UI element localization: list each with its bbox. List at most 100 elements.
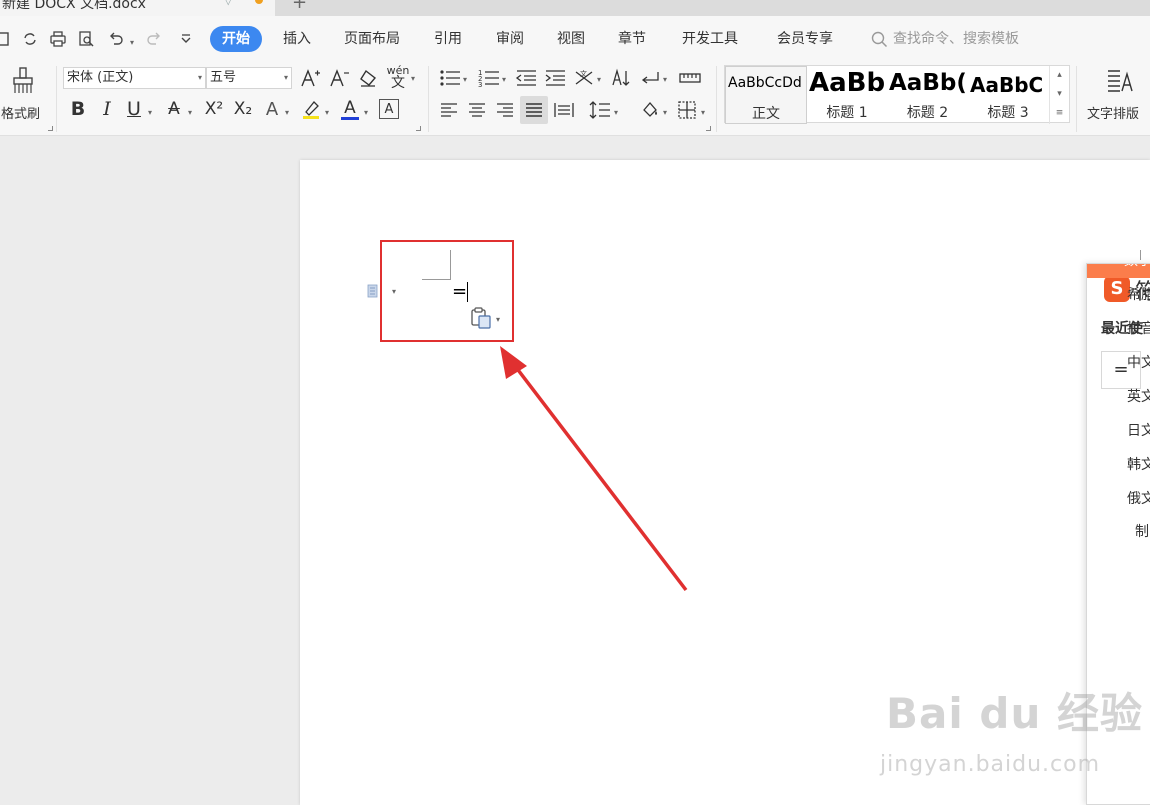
font-launcher-icon[interactable] [416, 126, 421, 131]
print-icon[interactable] [48, 29, 68, 49]
style-heading-1[interactable]: AaBb 标题 1 [807, 66, 887, 124]
chinese-layout-icon[interactable]: 文 [572, 66, 596, 90]
bold-icon[interactable]: B [66, 96, 90, 122]
highlight-icon[interactable] [299, 96, 323, 122]
text-layout-icon[interactable] [1105, 66, 1135, 96]
bullet-list-dropdown-icon[interactable]: ▾ [463, 75, 467, 84]
symbol-category-item[interactable]: 韩文 [1087, 448, 1150, 482]
clear-format-icon[interactable] [356, 66, 380, 90]
shading-dropdown-icon[interactable]: ▾ [663, 108, 667, 117]
svg-text:3: 3 [478, 81, 482, 88]
numbered-list-dropdown-icon[interactable]: ▾ [502, 75, 506, 84]
increase-font-icon[interactable] [298, 66, 322, 90]
borders-icon[interactable] [675, 98, 699, 122]
style-heading-2-label: 标题 2 [906, 105, 949, 121]
tab-member[interactable]: 会员专享 [777, 26, 833, 52]
paragraph-launcher-icon[interactable] [706, 126, 711, 131]
style-heading-2[interactable]: AaBb( 标题 2 [887, 66, 968, 124]
font-name-select[interactable]: 宋体 (正文) ▾ [63, 67, 206, 89]
tab-ruler-icon[interactable] [677, 66, 703, 90]
symbol-category-item[interactable]: 俄文 [1087, 482, 1150, 516]
highlight-dropdown-icon[interactable]: ▾ [325, 108, 329, 117]
subscript-icon[interactable]: X₂ [230, 96, 256, 122]
character-border-icon[interactable]: A [379, 99, 399, 119]
distribute-icon[interactable] [552, 98, 576, 122]
styles-up-icon[interactable]: ▴ [1050, 66, 1069, 85]
command-search[interactable]: 查找命令、搜索模板 [871, 26, 1019, 52]
tab-page-layout[interactable]: 页面布局 [344, 26, 400, 52]
tab-home[interactable]: 开始 [210, 26, 262, 52]
clipboard-launcher-icon[interactable] [48, 126, 53, 131]
tab-references[interactable]: 引用 [434, 26, 462, 52]
underline-icon[interactable]: U [122, 96, 146, 122]
styles-more-icon[interactable]: ≡ [1050, 104, 1069, 123]
strikethrough-icon[interactable]: A [162, 96, 186, 122]
style-normal[interactable]: AaBbCcDd 正文 [725, 66, 807, 124]
phonetic-dropdown-icon[interactable]: ▾ [411, 74, 415, 83]
format-painter-icon[interactable] [10, 66, 36, 96]
style-heading-3[interactable]: AaBbC 标题 3 [968, 66, 1048, 124]
align-right-icon[interactable] [493, 98, 517, 122]
show-marks-icon[interactable] [638, 66, 662, 90]
line-spacing-dropdown-icon[interactable]: ▾ [614, 108, 618, 117]
phonetic-label: wén [386, 63, 410, 77]
decrease-indent-icon[interactable] [514, 66, 538, 90]
svg-text:文: 文 [580, 69, 587, 78]
font-color-dropdown-icon[interactable]: ▾ [364, 108, 368, 117]
symbol-category-label: 日文 [1127, 423, 1150, 439]
document-tab[interactable]: 新建 DOCX 文档.docx ▽ [0, 0, 275, 16]
open-icon[interactable] [0, 29, 12, 49]
line-spacing-icon[interactable] [587, 98, 613, 122]
show-marks-dropdown-icon[interactable]: ▾ [663, 75, 667, 84]
symbol-category-item[interactable]: 中文 [1087, 346, 1150, 380]
font-size-value: 五号 [210, 70, 237, 85]
justify-icon[interactable] [520, 96, 548, 124]
symbol-category-item[interactable]: 英文 [1087, 380, 1150, 414]
redo-icon[interactable] [144, 29, 164, 49]
customize-toolbar-icon[interactable] [176, 29, 196, 49]
phonetic-guide-icon[interactable]: wén 文 [384, 64, 412, 90]
symbol-category-item[interactable]: 拼音 [1087, 312, 1150, 346]
pin-icon[interactable]: ▽ [224, 0, 232, 7]
strikethrough-dropdown-icon[interactable]: ▾ [188, 108, 192, 117]
text-effect-icon[interactable]: A [260, 96, 284, 122]
styles-down-icon[interactable]: ▾ [1050, 85, 1069, 104]
symbol-category-item[interactable]: 制 [1087, 515, 1150, 549]
font-color-icon[interactable]: A [338, 96, 362, 122]
shading-icon[interactable] [638, 98, 662, 122]
style-heading-3-sample: AaBbC [970, 73, 1044, 97]
text-layout-label[interactable]: 文字排版 [1087, 103, 1139, 122]
new-tab-plus-icon[interactable]: + [292, 0, 307, 13]
style-heading-1-label: 标题 1 [826, 105, 868, 121]
symbol-category-item[interactable]: 希腊 [1087, 278, 1150, 312]
symbol-category-label: 俄文 [1127, 491, 1150, 507]
sync-icon[interactable] [20, 29, 40, 49]
format-painter-label[interactable]: 格式刷 [1, 103, 40, 122]
superscript-icon[interactable]: X² [201, 96, 227, 122]
tab-view[interactable]: 视图 [557, 26, 585, 52]
sort-icon[interactable] [609, 66, 633, 90]
increase-indent-icon[interactable] [543, 66, 567, 90]
symbol-category-item[interactable]: 数学 [1087, 264, 1150, 278]
text-effect-dropdown-icon[interactable]: ▾ [285, 108, 289, 117]
tab-review[interactable]: 审阅 [496, 26, 524, 52]
tab-insert[interactable]: 插入 [283, 26, 311, 52]
undo-icon[interactable] [106, 29, 126, 49]
italic-icon[interactable]: I [95, 96, 119, 122]
align-center-icon[interactable] [465, 98, 489, 122]
font-size-select[interactable]: 五号 ▾ [206, 67, 292, 89]
font-name-value: 宋体 (正文) [67, 70, 134, 85]
watermark-logo: Bai du 经验 [886, 689, 1143, 738]
tab-section[interactable]: 章节 [618, 26, 646, 52]
undo-dropdown-icon[interactable]: ▾ [130, 38, 134, 47]
borders-dropdown-icon[interactable]: ▾ [701, 108, 705, 117]
print-preview-icon[interactable] [76, 29, 96, 49]
decrease-font-icon[interactable] [327, 66, 351, 90]
bullet-list-icon[interactable] [437, 66, 463, 90]
chinese-layout-dropdown-icon[interactable]: ▾ [597, 75, 601, 84]
symbol-category-item[interactable]: 日文 [1087, 414, 1150, 448]
underline-dropdown-icon[interactable]: ▾ [148, 108, 152, 117]
tab-developer[interactable]: 开发工具 [682, 26, 738, 52]
numbered-list-icon[interactable]: 123 [476, 66, 502, 90]
align-left-icon[interactable] [437, 98, 461, 122]
